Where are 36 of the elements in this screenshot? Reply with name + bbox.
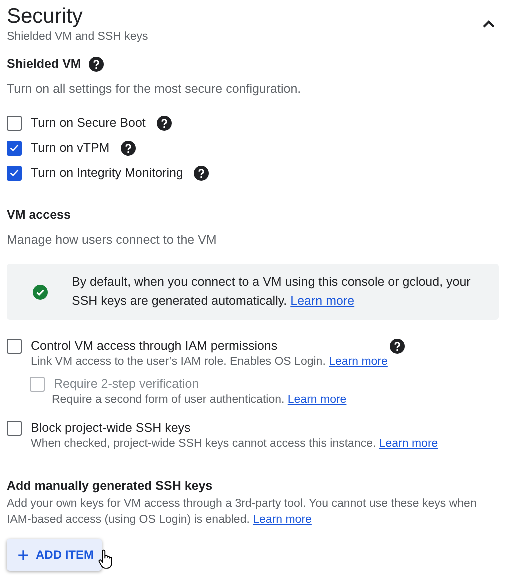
option-description: Link VM access to the user’s IAM role. Enables OS Login. Learn more xyxy=(31,355,389,370)
help-icon[interactable] xyxy=(156,116,172,130)
option-description: Require a second form of user authentication. Learn more xyxy=(52,393,348,408)
section-heading: Add manually generated SSH keys xyxy=(7,478,214,494)
section-description: Add your own keys for VM access through a 3rd-party tool. You cannot use these keys when IAM-based access (using OS Login) is enabled. Learn more xyxy=(7,497,478,528)
section-title: Security xyxy=(7,4,84,30)
learn-more-link[interactable]: Learn more xyxy=(290,294,355,308)
checkbox[interactable] xyxy=(7,338,22,354)
checkbox-label: Turn on Secure Boot xyxy=(31,115,146,131)
section-subtitle: Shielded VM and SSH keys xyxy=(7,30,148,44)
learn-more-link[interactable]: Learn more xyxy=(253,514,312,526)
section-heading: VM access xyxy=(7,207,72,223)
checkbox-label: Require 2-step verification xyxy=(54,376,200,392)
learn-more-link[interactable]: Learn more xyxy=(329,356,388,368)
section-heading: Shielded VM xyxy=(7,56,82,72)
option-description: When checked, project-wide SSH keys cannot access this instance. Learn more xyxy=(31,437,440,452)
checkbox[interactable] xyxy=(7,420,22,436)
checkbox-label: Control VM access through IAM permissions xyxy=(31,338,278,354)
check-circle-icon xyxy=(33,284,48,300)
help-icon[interactable] xyxy=(120,140,136,156)
add-item-button[interactable]: ADD ITEM xyxy=(7,539,102,571)
hand-cursor-icon xyxy=(98,549,113,570)
section-description: Manage how users connect to the VM xyxy=(7,232,218,248)
checkbox[interactable] xyxy=(7,140,22,156)
checkbox-label: Turn on vTPM xyxy=(31,140,110,156)
help-icon[interactable] xyxy=(390,338,405,354)
help-icon[interactable] xyxy=(89,56,104,72)
checkbox-label: Turn on Integrity Monitoring xyxy=(31,165,184,181)
learn-more-link[interactable]: Learn more xyxy=(379,438,438,450)
checkbox[interactable] xyxy=(7,166,22,180)
help-icon[interactable] xyxy=(194,166,210,180)
checkbox-label: Block project-wide SSH keys xyxy=(31,420,191,436)
section-description: Turn on all settings for the most secure configuration. xyxy=(7,81,302,97)
checkbox[interactable] xyxy=(7,116,22,130)
plus-icon xyxy=(17,548,30,562)
notice-text: By default, when you connect to a VM using this console or gcloud, your SSH keys are generated automatically. Learn more xyxy=(72,274,472,310)
